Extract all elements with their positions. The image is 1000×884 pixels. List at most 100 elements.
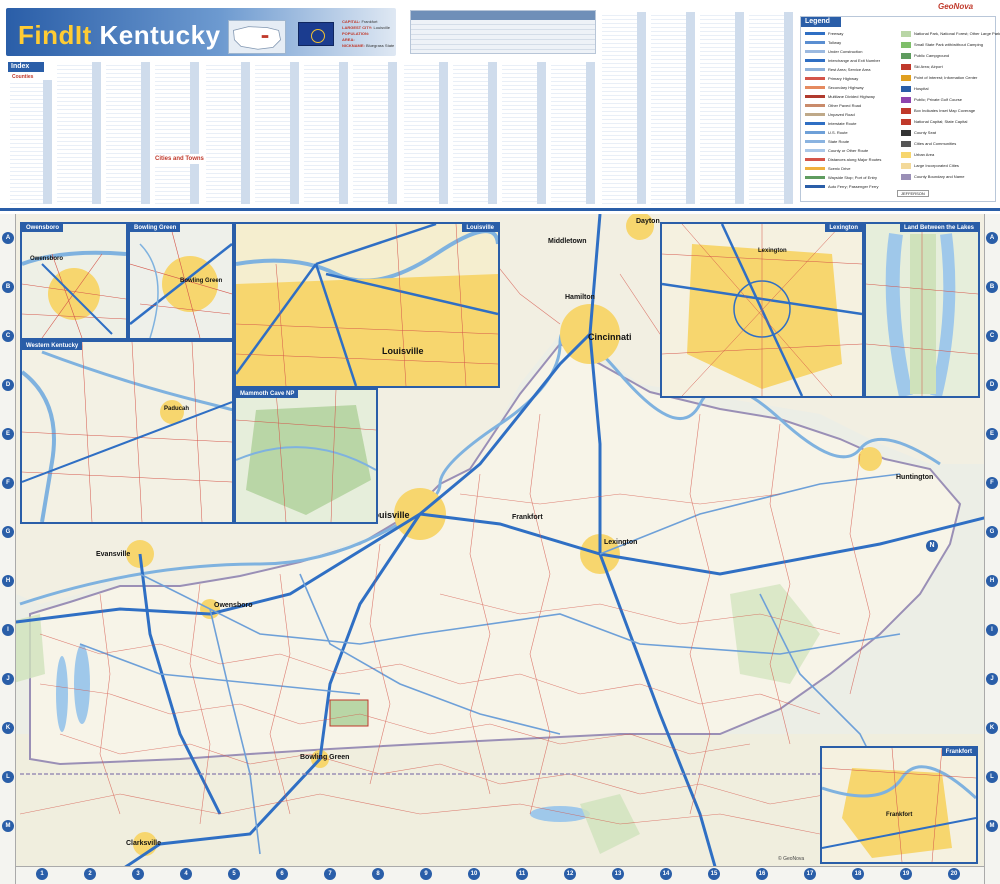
legend-item: Point of Interest; Information Center — [901, 75, 977, 81]
index-column — [155, 62, 199, 154]
fact-key: CAPITAL: — [342, 19, 361, 24]
grid-col-marker: 12 — [564, 868, 576, 880]
inset-lexington[interactable]: Lexington Lexington — [660, 222, 864, 398]
title-banner: FindIt Kentucky CAPITAL: Frankfort LARGE… — [6, 8, 396, 56]
grid-col-marker: 14 — [660, 868, 672, 880]
city-label-lexington[interactable]: Lexington — [604, 539, 637, 546]
legend-item-label: Interchange and Exit Number — [828, 58, 881, 63]
grid-row-marker: H — [986, 575, 998, 587]
legend-symbol-icon — [805, 32, 825, 36]
grid-row-marker: J — [986, 673, 998, 685]
legend-item-label: Box Indicates Inset Map Coverage — [914, 108, 976, 114]
grid-row-marker: C — [986, 330, 998, 342]
legend-item-label: Hospital — [914, 86, 929, 92]
state-road-map[interactable]: Cincinnati Dayton Middletown Hamilton Lo… — [0, 214, 1000, 884]
legend-item-label: Distances along Major Routes — [828, 157, 882, 162]
legend-symbol-icon — [901, 97, 911, 103]
legend-item: Scenic Drive — [805, 166, 850, 172]
state-facts: CAPITAL: Frankfort LARGEST CITY: Louisvi… — [342, 19, 400, 55]
index-column — [57, 62, 101, 204]
city-label-bowling-green[interactable]: Bowling Green — [300, 754, 349, 761]
legend-item-label: Scenic Drive — [828, 166, 851, 171]
grid-col-marker: 4 — [180, 868, 192, 880]
legend-item: Tollway — [805, 40, 841, 46]
inset-frankfort[interactable]: Frankfort Frankfort — [820, 746, 978, 864]
city-label-middletown[interactable]: Middletown — [548, 238, 587, 245]
index-column — [106, 62, 150, 204]
legend-symbol-icon — [805, 149, 825, 153]
grid-col-marker: 1 — [36, 868, 48, 880]
inset-mammoth-cave[interactable]: Mammoth Cave NP — [234, 388, 378, 524]
legend-item-label: Interstate Route — [828, 121, 857, 126]
legend-item-label: Rest Area; Service Area — [828, 67, 871, 72]
legend-symbol-icon — [805, 95, 825, 99]
city-label-huntington[interactable]: Huntington — [896, 474, 933, 481]
legend-item: Under Construction — [805, 49, 862, 55]
grid-row-marker: H — [2, 575, 14, 587]
grid-row-marker: F — [2, 477, 14, 489]
legend-item: County Seat — [901, 130, 936, 136]
inset-title: Bowling Green — [130, 224, 181, 232]
legend-symbol-icon — [805, 41, 825, 45]
inset-city-label: Bowling Green — [180, 278, 223, 284]
legend-item-label: County Boundary and Name — [914, 174, 965, 180]
city-label-frankfort[interactable]: Frankfort — [512, 514, 543, 521]
city-label-cincinnati[interactable]: Cincinnati — [588, 332, 632, 342]
header-divider — [0, 208, 1000, 211]
county-sample-label: JEFFERSON — [897, 190, 929, 197]
legend-symbol-icon — [901, 119, 911, 125]
grid-ruler-left — [0, 214, 16, 884]
state-flag-icon — [298, 22, 334, 46]
inset-city-label: Louisville — [382, 346, 424, 356]
legend-item-label: State Route — [828, 139, 850, 144]
grid-ruler-bottom — [16, 866, 984, 884]
index-column — [304, 62, 348, 204]
legend-symbol-icon — [901, 174, 911, 180]
legend-item-label: Tollway — [828, 40, 842, 45]
grid-col-marker: 17 — [804, 868, 816, 880]
legend-item: Hospital — [901, 86, 928, 92]
fact-nickname: Bluegrass State — [366, 43, 395, 48]
legend-item-label: County or Other Route — [828, 148, 869, 153]
inset-louisville[interactable]: Louisville Louisville — [234, 222, 500, 388]
city-label-hamilton[interactable]: Hamilton — [565, 294, 595, 301]
grid-row-marker: G — [986, 526, 998, 538]
grid-row-marker: A — [986, 232, 998, 244]
legend-symbol-icon — [805, 122, 825, 126]
city-label-dayton[interactable]: Dayton — [636, 218, 660, 225]
city-label-clarksville[interactable]: Clarksville — [126, 840, 161, 847]
legend-item: Cities and Communities — [901, 141, 956, 147]
index-column — [502, 62, 546, 204]
inset-title: Land Between the Lakes — [899, 224, 978, 232]
legend-symbol-icon — [901, 31, 911, 37]
grid-row-marker: G — [2, 526, 14, 538]
legend-item: Rest Area; Service Area — [805, 67, 870, 73]
legend-symbol-icon — [805, 185, 825, 189]
city-label-evansville[interactable]: Evansville — [96, 551, 130, 558]
brand-prefix: FindIt — [18, 20, 92, 50]
legend-symbol-icon — [805, 158, 825, 162]
legend-symbol-icon — [805, 167, 825, 171]
legend-item-label: County Seat — [914, 130, 937, 136]
legend-item-label: Under Construction — [828, 49, 863, 54]
legend-item-label: Small State Park with/without Camping — [914, 42, 983, 48]
grid-col-marker: 3 — [132, 868, 144, 880]
grid-row-marker: F — [986, 477, 998, 489]
legend-title: Legend — [801, 17, 841, 27]
inset-land-between-lakes[interactable]: Land Between the Lakes — [864, 222, 980, 398]
inset-title: Mammoth Cave NP — [236, 390, 299, 398]
inset-city-label: Owensboro — [30, 256, 64, 262]
inset-bowling-green[interactable]: Bowling Green Bowling Green — [128, 222, 234, 340]
city-label-owensboro[interactable]: Owensboro — [214, 602, 253, 609]
inset-western-kentucky[interactable]: Western Kentucky Paducah — [20, 340, 234, 524]
copyright-text: © GeoNova — [778, 856, 805, 862]
legend-symbol-icon — [901, 53, 911, 59]
grid-row-marker: M — [2, 820, 14, 832]
grid-row-marker: E — [2, 428, 14, 440]
legend-item: U.S. Route — [805, 130, 848, 136]
legend-item: Primary Highway — [805, 76, 858, 82]
legend-item: Small State Park with/without Camping — [901, 42, 983, 48]
inset-owensboro[interactable]: Owensboro Owensboro — [20, 222, 128, 340]
grid-row-marker: I — [986, 624, 998, 636]
grid-row-marker: K — [986, 722, 998, 734]
